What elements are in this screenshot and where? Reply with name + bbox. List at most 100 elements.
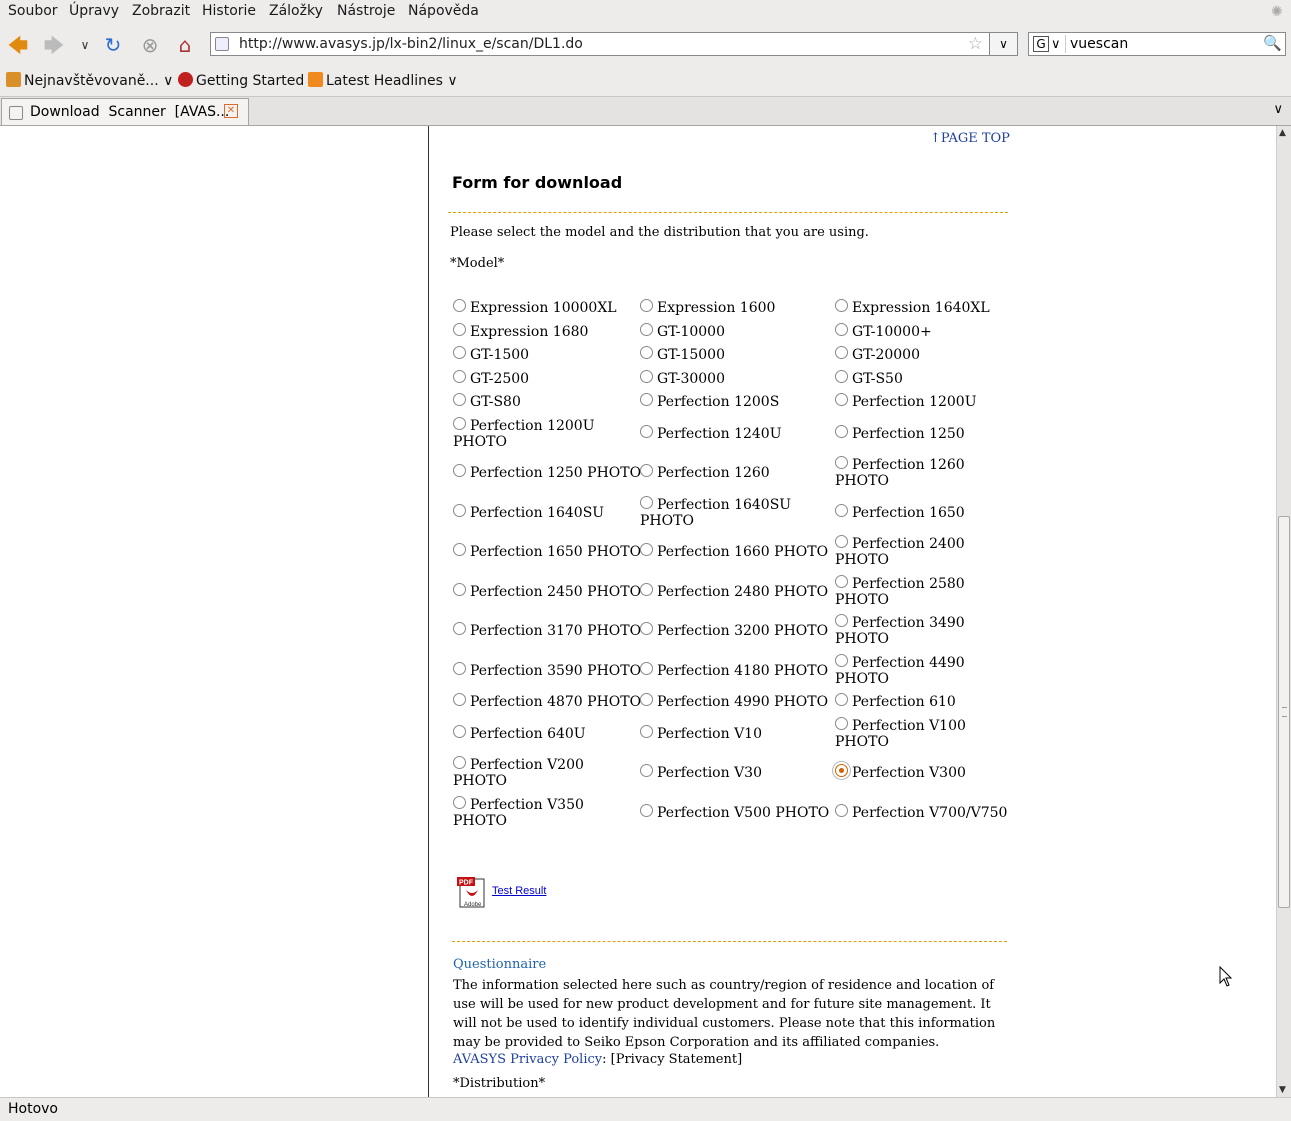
model-option-perfection-1640su[interactable]: Perfection 1640SU: [453, 504, 604, 521]
model-option-gt-10000[interactable]: GT-10000: [640, 323, 725, 340]
search-icon[interactable]: 🔍: [1263, 34, 1282, 52]
radio-button[interactable]: [640, 496, 653, 509]
model-option-perfection-640u[interactable]: Perfection 640U: [453, 725, 586, 742]
radio-button[interactable]: [453, 299, 466, 312]
bookmark-most-visited[interactable]: Nejnavštěvovaně... ∨: [6, 72, 173, 89]
radio-button[interactable]: [453, 417, 466, 430]
bookmark-star-icon[interactable]: ☆: [968, 34, 983, 54]
menu-upravy[interactable]: Úpravy: [69, 3, 119, 19]
model-option-perfection-1240u[interactable]: Perfection 1240U: [640, 425, 782, 442]
model-option-perfection-1250[interactable]: Perfection 1250: [835, 425, 965, 442]
model-option-perfection-3590-photo[interactable]: Perfection 3590 PHOTO: [453, 662, 641, 679]
radio-button[interactable]: [640, 543, 653, 556]
model-option-perfection-v500-photo[interactable]: Perfection V500 PHOTO: [640, 804, 829, 821]
model-option-expression-1640xl[interactable]: Expression 1640XL: [835, 299, 990, 316]
menu-nastroje[interactable]: Nástroje: [337, 3, 395, 19]
home-icon[interactable]: ⌂: [172, 33, 198, 57]
menu-zalozky[interactable]: Záložky: [269, 3, 323, 19]
model-option-perfection-1200u[interactable]: Perfection 1200U: [835, 393, 977, 410]
radio-button[interactable]: [835, 456, 848, 469]
model-option-perfection-3170-photo[interactable]: Perfection 3170 PHOTO: [453, 622, 641, 639]
radio-button[interactable]: [835, 654, 848, 667]
bookmark-latest-headlines[interactable]: Latest Headlines ∨: [308, 72, 458, 89]
model-option-gt-15000[interactable]: GT-15000: [640, 346, 725, 363]
url-dropdown-button[interactable]: ∨: [990, 32, 1018, 56]
radio-button[interactable]: [835, 614, 848, 627]
radio-button[interactable]: [640, 393, 653, 406]
radio-button[interactable]: [835, 346, 848, 359]
radio-button[interactable]: [640, 622, 653, 635]
radio-button[interactable]: [640, 299, 653, 312]
radio-button[interactable]: [640, 662, 653, 675]
radio-button[interactable]: [835, 804, 848, 817]
radio-button[interactable]: [453, 346, 466, 359]
model-option-perfection-2400-photo[interactable]: Perfection 2400 PHOTO: [835, 535, 965, 568]
model-option-perfection-v700-v750[interactable]: Perfection V700/V750: [835, 804, 1007, 821]
radio-button[interactable]: [835, 323, 848, 336]
radio-button[interactable]: [835, 299, 848, 312]
menu-napoveda[interactable]: Nápověda: [408, 3, 479, 19]
radio-button[interactable]: [640, 693, 653, 706]
radio-button[interactable]: [453, 622, 466, 635]
model-option-gt-s80[interactable]: GT-S80: [453, 393, 521, 410]
scrollbar-thumb[interactable]: [1278, 516, 1290, 908]
radio-button[interactable]: [453, 583, 466, 596]
vertical-scrollbar[interactable]: ▲ ▼: [1276, 126, 1291, 1097]
test-result-link[interactable]: Test Result: [492, 885, 546, 897]
radio-button[interactable]: [640, 583, 653, 596]
model-option-perfection-4490-photo[interactable]: Perfection 4490 PHOTO: [835, 654, 965, 687]
menu-soubor[interactable]: Soubor: [8, 3, 58, 19]
page-top-link[interactable]: ↑PAGE TOP: [930, 131, 1010, 146]
pdf-adobe-icon[interactable]: PDF Adobe: [456, 876, 488, 908]
radio-button[interactable]: [640, 464, 653, 477]
model-option-perfection-4990-photo[interactable]: Perfection 4990 PHOTO: [640, 693, 828, 710]
radio-button[interactable]: [453, 796, 466, 809]
model-option-perfection-v30[interactable]: Perfection V30: [640, 764, 762, 781]
search-engine-selector[interactable]: G ∨: [1031, 35, 1066, 53]
model-option-gt-s50[interactable]: GT-S50: [835, 370, 903, 387]
model-option-gt-30000[interactable]: GT-30000: [640, 370, 725, 387]
menu-zobrazit[interactable]: Zobrazit: [132, 3, 190, 19]
scroll-down-icon[interactable]: ▼: [1279, 1085, 1286, 1095]
radio-button[interactable]: [453, 543, 466, 556]
history-dropdown-icon[interactable]: ∨: [72, 33, 98, 57]
model-option-perfection-1640su-photo[interactable]: Perfection 1640SU PHOTO: [640, 496, 791, 529]
scroll-up-icon[interactable]: ▲: [1279, 128, 1286, 138]
radio-button[interactable]: [453, 662, 466, 675]
site-identity-icon[interactable]: [215, 37, 229, 51]
model-option-perfection-1200u-photo[interactable]: Perfection 1200U PHOTO: [453, 417, 595, 450]
model-option-perfection-610[interactable]: Perfection 610: [835, 693, 956, 710]
model-option-perfection-1260[interactable]: Perfection 1260: [640, 464, 770, 481]
radio-button[interactable]: [640, 725, 653, 738]
model-option-perfection-v10[interactable]: Perfection V10: [640, 725, 762, 742]
model-option-expression-1600[interactable]: Expression 1600: [640, 299, 775, 316]
bookmark-getting-started[interactable]: Getting Started: [178, 72, 304, 89]
model-option-expression-1680[interactable]: Expression 1680: [453, 323, 588, 340]
radio-button[interactable]: [640, 764, 653, 777]
model-option-perfection-1260-photo[interactable]: Perfection 1260 PHOTO: [835, 456, 965, 489]
radio-button[interactable]: [835, 370, 848, 383]
model-option-perfection-4180-photo[interactable]: Perfection 4180 PHOTO: [640, 662, 828, 679]
radio-button[interactable]: [835, 717, 848, 730]
model-option-expression-10000xl[interactable]: Expression 10000XL: [453, 299, 617, 316]
tab-download-scanner[interactable]: Download Scanner [AVAS... ✕: [1, 98, 249, 125]
url-input[interactable]: http://www.avasys.jp/lx-bin2/linux_e/sca…: [239, 36, 583, 52]
model-option-gt-20000[interactable]: GT-20000: [835, 346, 920, 363]
model-option-gt-10000-[interactable]: GT-10000+: [835, 323, 932, 340]
radio-button[interactable]: [453, 464, 466, 477]
radio-button[interactable]: [835, 575, 848, 588]
radio-button[interactable]: [453, 504, 466, 517]
radio-button[interactable]: [640, 346, 653, 359]
model-option-perfection-2480-photo[interactable]: Perfection 2480 PHOTO: [640, 583, 828, 600]
radio-button[interactable]: [835, 693, 848, 706]
model-option-perfection-1250-photo[interactable]: Perfection 1250 PHOTO: [453, 464, 641, 481]
radio-button[interactable]: [640, 425, 653, 438]
close-tab-icon[interactable]: ✕: [224, 104, 238, 118]
radio-button[interactable]: [453, 370, 466, 383]
search-bar[interactable]: G ∨ vuescan 🔍: [1028, 32, 1286, 56]
model-option-perfection-2450-photo[interactable]: Perfection 2450 PHOTO: [453, 583, 641, 600]
model-option-gt-2500[interactable]: GT-2500: [453, 370, 529, 387]
model-option-perfection-4870-photo[interactable]: Perfection 4870 PHOTO: [453, 693, 641, 710]
radio-button[interactable]: [453, 393, 466, 406]
model-option-perfection-v200-photo[interactable]: Perfection V200 PHOTO: [453, 756, 584, 789]
